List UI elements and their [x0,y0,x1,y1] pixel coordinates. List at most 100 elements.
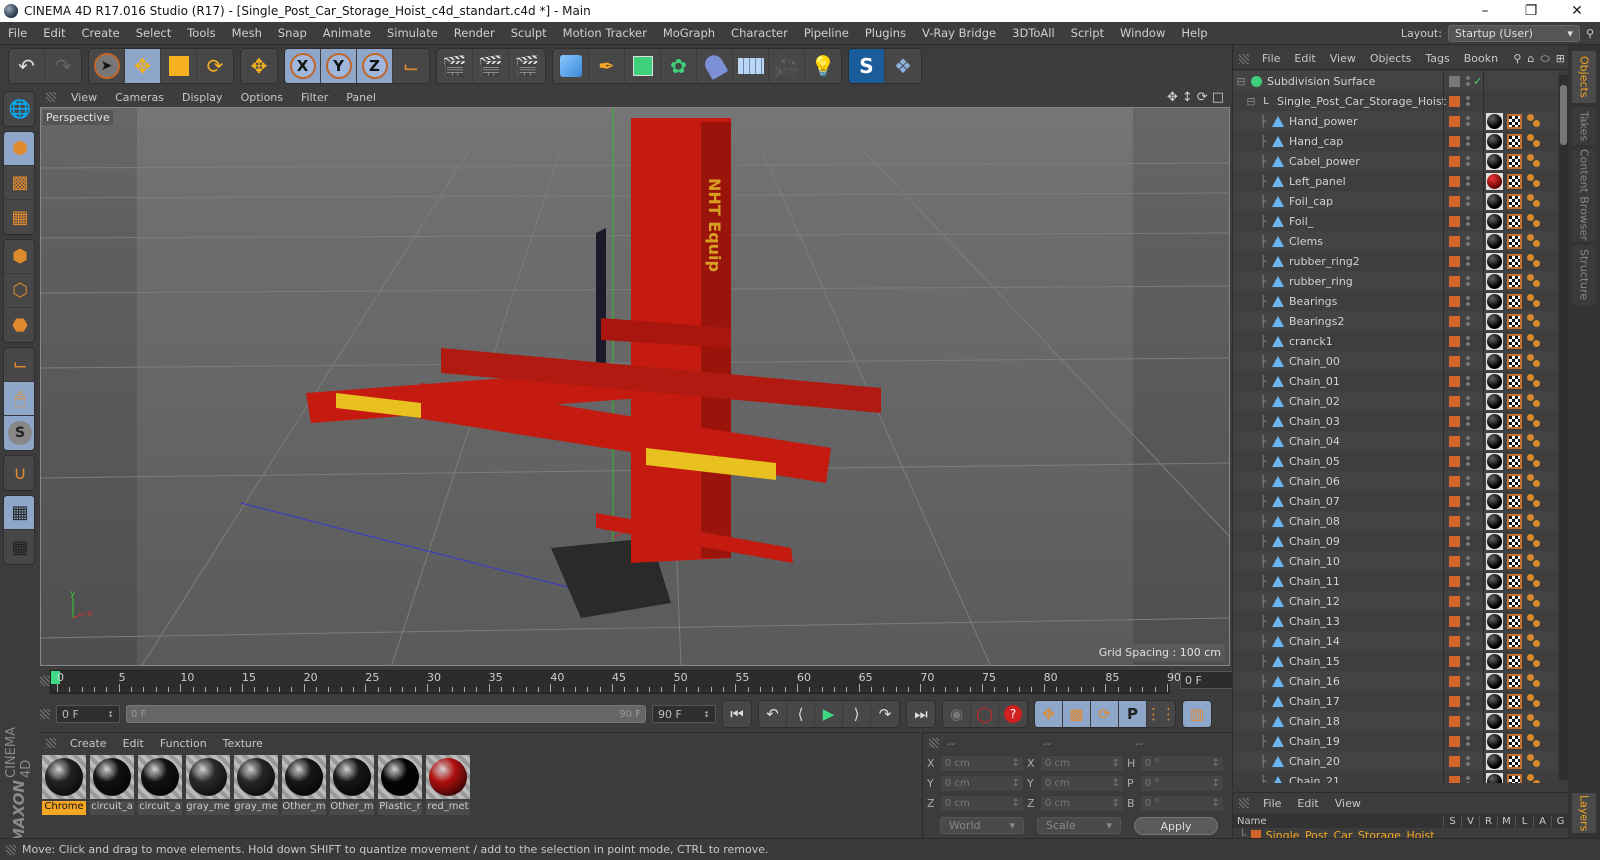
phong-tag-icon[interactable] [1527,674,1541,688]
material-tag-icon[interactable] [1486,612,1503,630]
layer-color-swatch[interactable] [1449,375,1460,387]
material-tag-icon[interactable] [1486,292,1503,310]
object-row[interactable]: ├ Chain_01 [1233,371,1558,391]
material-swatch[interactable]: Other_m [282,755,326,815]
material-tag-icon[interactable] [1486,532,1503,550]
uvw-tag-icon[interactable] [1507,253,1522,269]
menu-edit[interactable]: Edit [35,26,73,40]
phong-tag-icon[interactable] [1527,394,1541,408]
object-row-subdivision-surface[interactable]: ⊟ Subdivision Surface ✓ [1233,71,1558,91]
layer-col-solo[interactable]: S [1443,815,1461,827]
uvw-tag-icon[interactable] [1507,533,1522,549]
visibility-dots[interactable] [1466,536,1470,546]
phong-tag-icon[interactable] [1527,554,1541,568]
menu-script[interactable]: Script [1063,26,1112,40]
object-menu-file[interactable]: File [1255,52,1287,65]
uvw-tag-icon[interactable] [1507,173,1522,189]
object-row[interactable]: ├ Chain_04 [1233,431,1558,451]
motion-record-button[interactable]: ◉ [943,701,971,727]
layer-color-swatch[interactable] [1449,655,1460,667]
visibility-dots[interactable] [1466,436,1470,446]
scrollbar-thumb[interactable] [1560,85,1567,145]
phong-tag-icon[interactable] [1527,454,1541,468]
object-menu-objects[interactable]: Objects [1363,52,1419,65]
visibility-dots[interactable] [1466,496,1470,506]
visibility-dots[interactable] [1466,256,1470,266]
visibility-dots[interactable] [1466,676,1470,686]
layer-color-swatch[interactable] [1449,515,1460,527]
visibility-dots[interactable] [1466,356,1470,366]
phong-tag-icon[interactable] [1527,534,1541,548]
visibility-dots[interactable] [1466,216,1470,226]
object-row[interactable]: ├ Left_panel [1233,171,1558,191]
uvw-tag-icon[interactable] [1507,373,1522,389]
close-button[interactable]: ✕ [1554,3,1600,19]
layer-col-animation[interactable]: A [1533,815,1551,827]
visibility-dots[interactable] [1466,396,1470,406]
visibility-dots[interactable] [1466,336,1470,346]
phong-tag-icon[interactable] [1527,594,1541,608]
object-row[interactable]: ├ cranck1 [1233,331,1558,351]
layer-color-swatch[interactable] [1449,275,1460,287]
panel-grip-icon[interactable] [1239,53,1249,64]
uvw-tag-icon[interactable] [1507,673,1522,689]
uvw-tag-icon[interactable] [1507,713,1522,729]
uvw-tag-icon[interactable] [1507,113,1522,129]
layer-menu-view[interactable]: View [1327,797,1369,810]
object-row[interactable]: ├ Chain_16 [1233,671,1558,691]
material-tag-icon[interactable] [1486,692,1503,710]
material-swatch[interactable]: Other_m [330,755,374,815]
material-name[interactable]: red_met [426,801,470,815]
visibility-dots[interactable] [1466,596,1470,606]
visibility-dots[interactable] [1466,476,1470,486]
zoom-view-icon[interactable]: ↕ [1182,90,1193,105]
uvw-tag-icon[interactable] [1507,473,1522,489]
material-name[interactable]: Other_m [282,801,326,815]
collapse-icon[interactable]: ⊟ [1243,95,1259,108]
home-icon[interactable]: ⌂ [1527,52,1534,66]
material-tag-icon[interactable] [1486,492,1503,510]
enabled-check-icon[interactable]: ✓ [1473,75,1482,88]
end-frame-field[interactable]: 90 F ↕ [652,705,716,723]
coordinate-mode-dropdown[interactable]: World ▾ [940,817,1024,834]
material-menu-function[interactable]: Function [152,737,215,750]
phong-tag-icon[interactable] [1527,274,1541,288]
uvw-tag-icon[interactable] [1507,653,1522,669]
visibility-dots[interactable] [1466,316,1470,326]
edges-mode-button[interactable]: ⬡ [4,274,34,308]
menu-plugins[interactable]: Plugins [857,26,914,40]
phong-tag-icon[interactable] [1527,514,1541,528]
phong-tag-icon[interactable] [1527,134,1541,148]
visibility-dots[interactable] [1466,416,1470,426]
visibility-dots[interactable] [1466,656,1470,666]
material-menu-texture[interactable]: Texture [215,737,271,750]
material-menu-create[interactable]: Create [62,737,115,750]
visibility-dots[interactable] [1466,376,1470,386]
phong-tag-icon[interactable] [1527,714,1541,728]
uvw-tag-icon[interactable] [1507,213,1522,229]
panel-grip-icon[interactable] [929,738,939,748]
model-mode-button[interactable]: ⬢ [4,132,34,166]
material-tag-icon[interactable] [1486,412,1503,430]
material-tag-icon[interactable] [1486,312,1503,330]
visibility-dots[interactable] [1466,156,1470,166]
phong-tag-icon[interactable] [1527,694,1541,708]
layer-color-swatch[interactable] [1449,735,1460,747]
new-panel-icon[interactable]: ⊞ [1556,52,1565,66]
layer-color-swatch[interactable] [1449,675,1460,687]
object-menu-tags[interactable]: Tags [1418,52,1456,65]
render-view-button[interactable]: 🎬 [437,49,473,83]
uvw-tag-icon[interactable] [1507,733,1522,749]
position-y-field[interactable]: 0 cm ↕ [940,775,1024,792]
material-tag-icon[interactable] [1486,332,1503,350]
object-menu-bookmarks[interactable]: Bookn [1457,52,1505,65]
visibility-dots[interactable] [1466,756,1470,766]
object-row[interactable]: ├ Chain_11 [1233,571,1558,591]
autokey-button[interactable]: ? [999,701,1027,727]
visibility-dots[interactable] [1466,776,1470,783]
panel-grip-icon[interactable] [46,738,56,748]
material-tag-icon[interactable] [1486,472,1503,490]
size-x-field[interactable]: 0 cm ↕ [1040,755,1124,772]
object-row[interactable]: ├ rubber_ring [1233,271,1558,291]
uvw-tag-icon[interactable] [1507,573,1522,589]
